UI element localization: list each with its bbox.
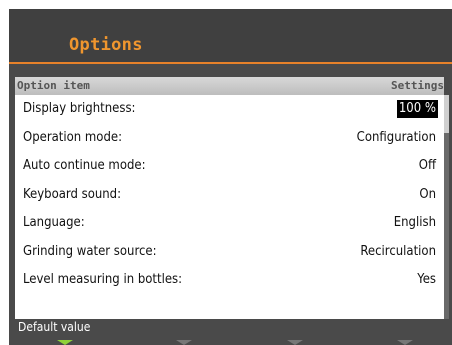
softkey-arrow-icon[interactable] <box>176 340 192 345</box>
option-value[interactable]: On <box>419 187 436 202</box>
option-row-display-brightness[interactable]: Display brightness: 100 % <box>15 95 444 124</box>
option-label: Level measuring in bottles: <box>23 272 183 287</box>
option-row-language[interactable]: Language: English <box>15 209 444 238</box>
title-divider <box>9 62 452 64</box>
option-value-selected[interactable]: 100 % <box>396 100 438 118</box>
option-value[interactable]: Off <box>419 158 436 173</box>
option-label: Keyboard sound: <box>23 186 122 202</box>
title-bar: Options <box>9 9 452 62</box>
option-value[interactable]: Recirculation <box>360 244 436 259</box>
page-title: Options <box>69 35 143 55</box>
option-label: Language: <box>23 215 85 230</box>
scrollbar[interactable] <box>444 95 449 319</box>
options-table: Option item Settings Display brightness:… <box>15 77 444 319</box>
options-list: Display brightness: 100 % Operation mode… <box>15 95 444 295</box>
scrollbar-thumb[interactable] <box>444 95 449 133</box>
option-row-grinding-water-source[interactable]: Grinding water source: Recirculation <box>15 238 444 267</box>
softkey-arrow-icon[interactable] <box>57 340 73 345</box>
softkey-bar <box>9 340 452 345</box>
option-row-auto-continue-mode[interactable]: Auto continue mode: Off <box>15 152 444 181</box>
option-value[interactable]: Configuration <box>357 130 436 145</box>
softkey-arrow-icon[interactable] <box>397 340 413 345</box>
table-header: Option item Settings <box>15 77 444 95</box>
option-label: Display brightness: <box>23 101 136 116</box>
option-label: Auto continue mode: <box>23 158 146 173</box>
option-value[interactable]: Yes <box>417 272 436 287</box>
option-label: Grinding water source: <box>23 243 157 259</box>
option-label: Operation mode: <box>23 129 123 145</box>
softkey-hint-label: Default value <box>18 320 91 334</box>
option-row-operation-mode[interactable]: Operation mode: Configuration <box>15 124 444 153</box>
softkey-arrow-icon[interactable] <box>287 340 303 345</box>
option-value[interactable]: English <box>394 215 436 230</box>
column-header-option-item: Option item <box>17 79 90 92</box>
options-screen: Options Option item Settings Display bri… <box>9 9 452 345</box>
option-row-level-measuring-in-bottles[interactable]: Level measuring in bottles: Yes <box>15 266 444 295</box>
column-header-settings: Settings <box>391 79 444 92</box>
option-row-keyboard-sound[interactable]: Keyboard sound: On <box>15 181 444 210</box>
